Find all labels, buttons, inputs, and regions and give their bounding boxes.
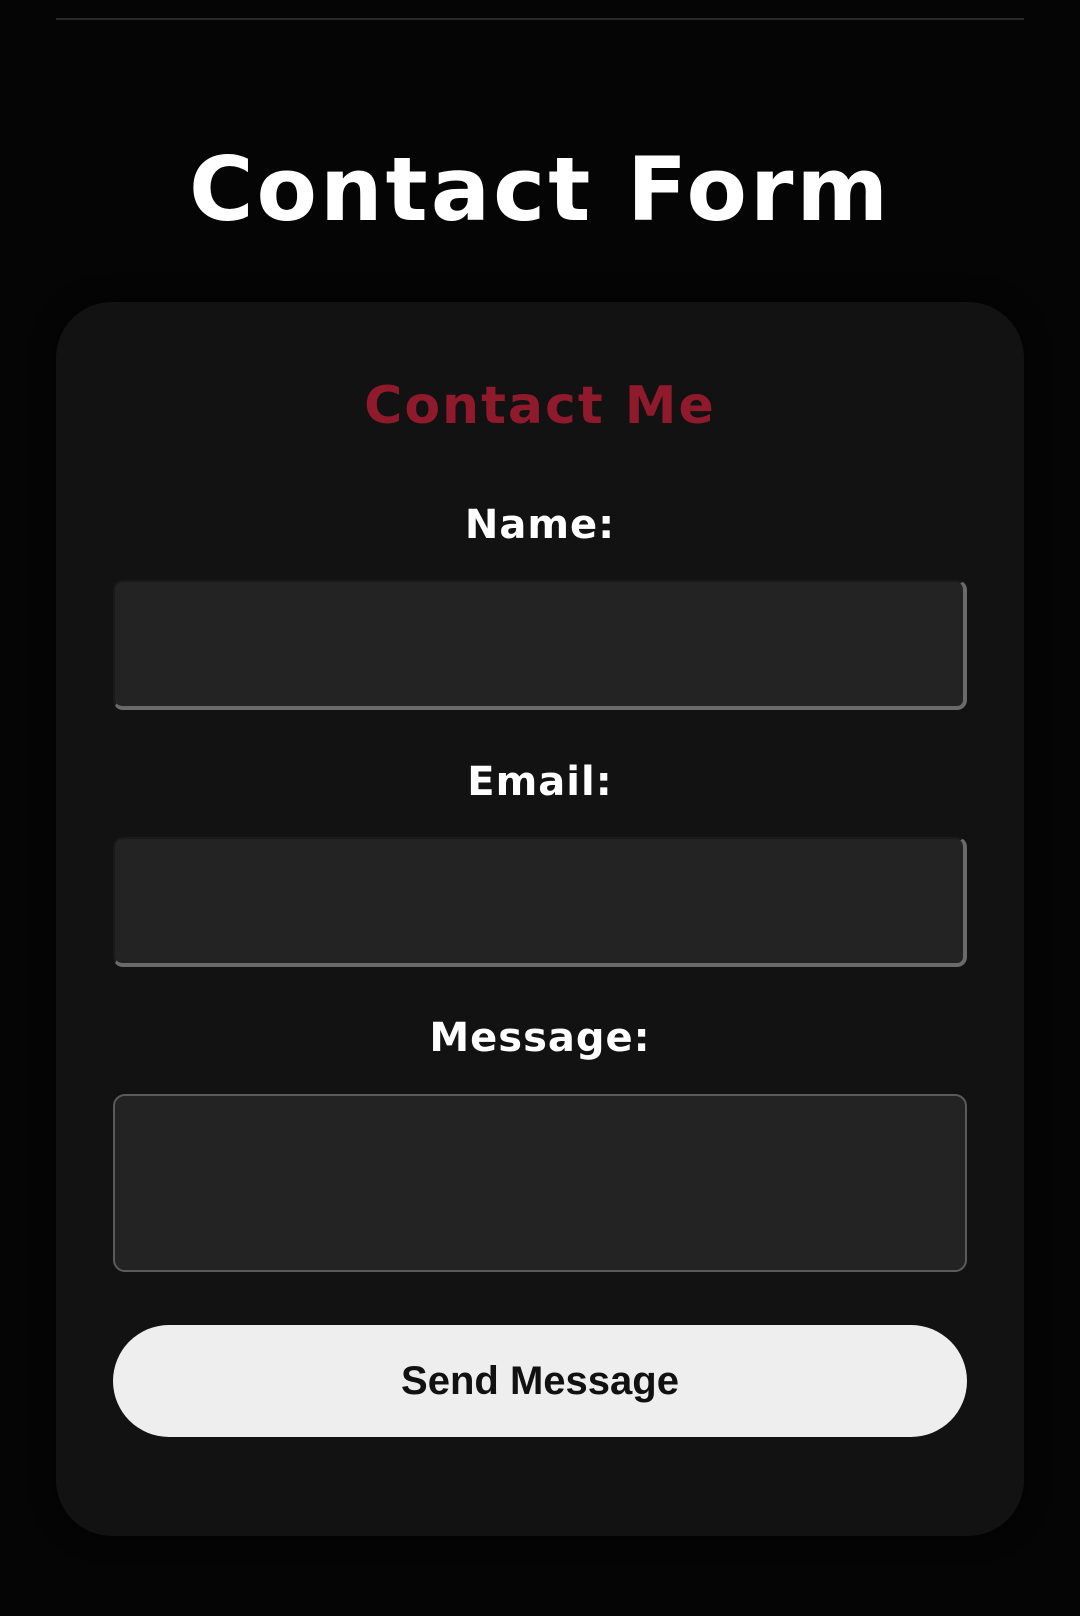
message-label: Message:	[429, 1015, 651, 1061]
message-textarea[interactable]	[113, 1094, 967, 1272]
name-label: Name:	[464, 502, 616, 548]
contact-page: Contact Form Contact Me Name: Email: Mes…	[0, 0, 1080, 1616]
email-label: Email:	[467, 759, 613, 805]
form-heading: Contact Me	[364, 376, 716, 436]
name-input[interactable]	[113, 580, 967, 710]
top-divider	[56, 18, 1024, 20]
page-title: Contact Form	[188, 138, 892, 241]
email-input[interactable]	[113, 837, 967, 967]
send-message-button[interactable]: Send Message	[113, 1325, 967, 1437]
